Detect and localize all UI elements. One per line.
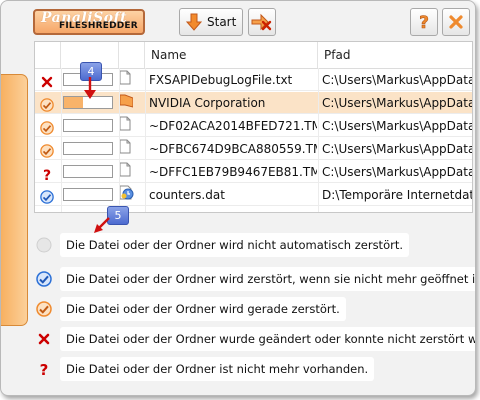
row-name: ~DFFC1EB79B9467EB81.TMP bbox=[149, 165, 317, 179]
app-window: PanaliSoft FILESHREDDER Start ? Name Pfa… bbox=[0, 0, 476, 396]
folder-icon bbox=[119, 93, 134, 115]
progress-bar bbox=[63, 119, 113, 132]
row-path: C:\Users\Markus\AppData bbox=[322, 119, 472, 133]
close-button[interactable] bbox=[442, 8, 470, 36]
legend-text: Die Datei oder der Ordner wird gerade ze… bbox=[60, 297, 346, 321]
legend-text: Die Datei oder der Ordner wird zerstört,… bbox=[60, 267, 475, 291]
orange-check-icon bbox=[40, 120, 54, 135]
row-type bbox=[119, 161, 141, 183]
row-type bbox=[119, 92, 141, 114]
progress-bar bbox=[63, 188, 113, 201]
file-icon bbox=[119, 116, 131, 138]
gray-circle-icon bbox=[36, 237, 52, 253]
red-x-icon bbox=[40, 74, 54, 88]
row-path: C:\Users\Markus\AppData bbox=[322, 73, 472, 87]
file-icon bbox=[119, 70, 131, 92]
legend-item-not-auto: Die Datei oder der Ordner wird nicht aut… bbox=[34, 233, 471, 257]
legend-text: Die Datei oder der Ordner wird nicht aut… bbox=[60, 233, 409, 257]
row-type bbox=[119, 184, 141, 206]
header-name[interactable]: Name bbox=[145, 42, 318, 68]
table-row[interactable]: ? ~DFFC1EB79B9467EB81.TMP C:\Users\Markus\… bbox=[35, 161, 472, 183]
legend-item-shredding: Die Datei oder der Ordner wird gerade ze… bbox=[34, 297, 471, 321]
row-status bbox=[35, 115, 59, 137]
row-path: D:\Temporäre Internetdate bbox=[322, 188, 472, 202]
table-row[interactable]: counters.dat D:\Temporäre Internetdate bbox=[35, 184, 472, 206]
row-type bbox=[119, 69, 141, 91]
blue-check-icon bbox=[40, 189, 54, 204]
header-status bbox=[35, 42, 61, 68]
progress-bar bbox=[63, 165, 113, 178]
row-status bbox=[35, 138, 59, 160]
arrow-down-icon bbox=[186, 13, 202, 31]
side-panel-handle[interactable] bbox=[1, 74, 28, 326]
progress-fill bbox=[64, 97, 84, 108]
row-progress bbox=[61, 184, 115, 206]
row-type bbox=[119, 115, 141, 137]
start-button[interactable]: Start bbox=[179, 8, 243, 36]
row-type bbox=[119, 138, 141, 160]
row-name: NVIDIA Corporation bbox=[149, 96, 266, 110]
progress-bar bbox=[63, 142, 113, 155]
row-name: counters.dat bbox=[149, 188, 225, 202]
orange-check-icon bbox=[36, 301, 52, 317]
red-x-icon bbox=[36, 331, 52, 347]
arrow-x-icon bbox=[251, 12, 273, 32]
column-separator bbox=[145, 68, 146, 212]
question-mark-icon: ? bbox=[416, 13, 432, 31]
dat-file-icon bbox=[119, 185, 134, 207]
red-question-icon: ? bbox=[40, 166, 54, 183]
table-row[interactable]: ~DF02ACA2014BFED721.TMP C:\Users\Markus\A… bbox=[35, 115, 472, 137]
column-separator bbox=[119, 68, 120, 212]
clear-list-button[interactable] bbox=[248, 8, 276, 36]
callout-arrow-4 bbox=[84, 77, 96, 99]
legend-text: Die Datei oder der Ordner ist nicht mehr… bbox=[60, 357, 375, 381]
row-progress bbox=[61, 115, 115, 137]
row-name: ~DF02ACA2014BFED721.TMP bbox=[149, 119, 317, 133]
row-path: C:\Users\Markus\AppData bbox=[322, 142, 472, 156]
legend-item-missing: ? Die Datei oder der Ordner ist nicht me… bbox=[34, 357, 471, 381]
header-path[interactable]: Pfad bbox=[318, 42, 472, 68]
file-icon bbox=[119, 139, 131, 161]
column-separator bbox=[318, 68, 319, 212]
row-status bbox=[35, 69, 59, 91]
legend-item-failed: Die Datei oder der Ordner wurde geändert… bbox=[34, 327, 475, 351]
start-button-label: Start bbox=[207, 15, 237, 29]
legend-item-when-closed: Die Datei oder der Ordner wird zerstört,… bbox=[34, 267, 475, 291]
red-question-icon: ? bbox=[36, 361, 52, 379]
callout-arrow-5 bbox=[94, 217, 110, 233]
svg-text:?: ? bbox=[419, 13, 429, 31]
row-status bbox=[35, 92, 59, 114]
table-row[interactable]: ~DFBC674D9BCA880559.TMP C:\Users\Markus\A… bbox=[35, 138, 472, 160]
row-progress bbox=[61, 138, 115, 160]
row-status: ? bbox=[35, 161, 59, 183]
row-name: ~DFBC674D9BCA880559.TMP bbox=[149, 142, 317, 156]
column-separator bbox=[61, 68, 62, 212]
svg-text:?: ? bbox=[40, 361, 49, 377]
row-progress bbox=[61, 161, 115, 183]
legend-text: Die Datei oder der Ordner wurde geändert… bbox=[60, 327, 475, 351]
close-icon bbox=[448, 14, 464, 30]
row-path: C:\Users\Markus\AppData bbox=[322, 165, 472, 179]
row-status bbox=[35, 184, 59, 206]
orange-check-icon bbox=[40, 97, 54, 112]
app-logo: PanaliSoft FILESHREDDER bbox=[33, 9, 145, 35]
row-name: FXSAPIDebugLogFile.txt bbox=[149, 73, 293, 87]
svg-text:?: ? bbox=[43, 168, 51, 181]
file-icon bbox=[119, 162, 131, 184]
orange-check-icon bbox=[40, 143, 54, 158]
table-row[interactable]: NVIDIA Corporation C:\Users\Markus\AppDat… bbox=[35, 92, 472, 114]
header-type bbox=[119, 42, 145, 68]
logo-product: FILESHREDDER bbox=[59, 21, 138, 31]
row-path: C:\Users\Markus\AppData bbox=[322, 96, 472, 110]
help-button[interactable]: ? bbox=[410, 8, 438, 36]
blue-check-icon bbox=[36, 271, 52, 287]
